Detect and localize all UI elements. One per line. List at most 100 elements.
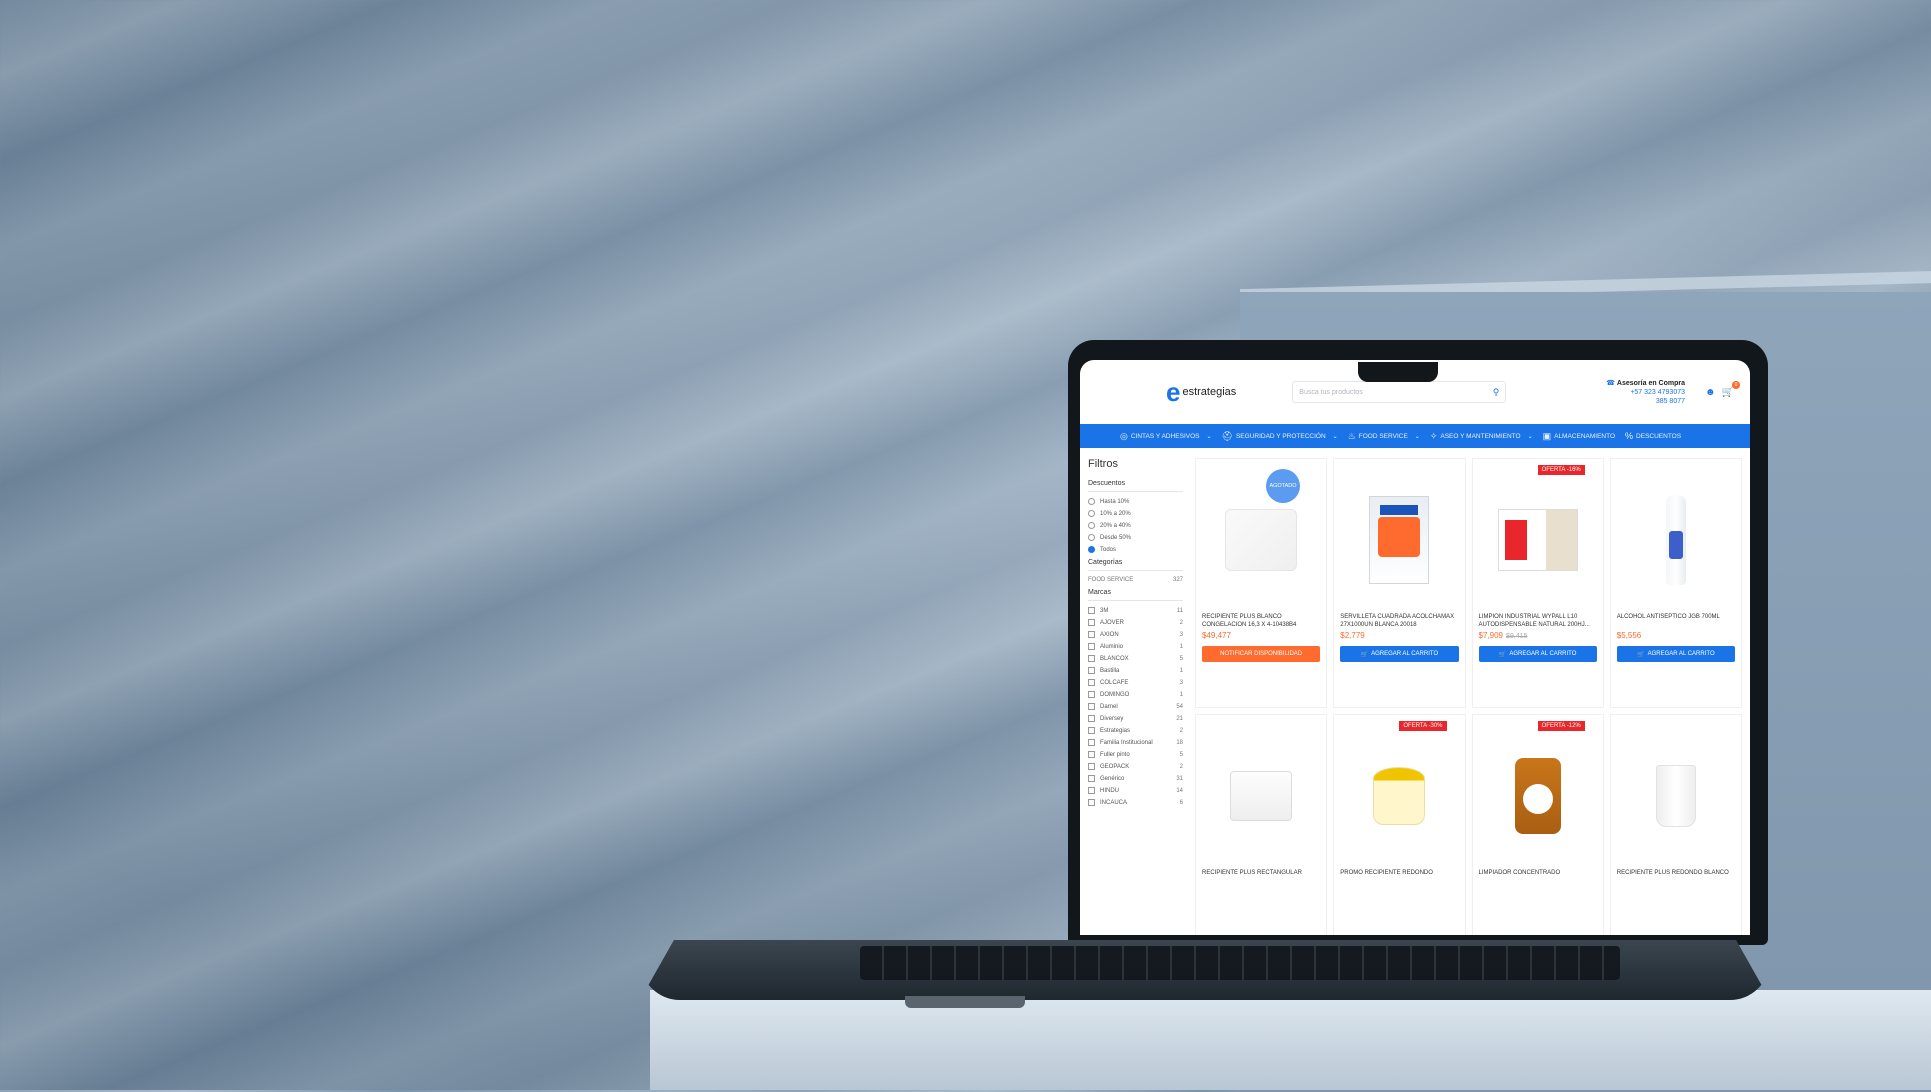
category-option[interactable]: FOOD SERVICE 327: [1088, 577, 1183, 583]
product-name[interactable]: LIMPIADOR CONCENTRADO: [1479, 869, 1597, 885]
nav-item-2[interactable]: ♨ FOOD SERVICE ⌄: [1348, 431, 1420, 442]
product-image[interactable]: [1221, 495, 1301, 585]
product-card[interactable]: OFERTA -12% LIMPIADOR CONCENTRADO: [1471, 714, 1604, 935]
brand-name: Aluminio: [1100, 643, 1124, 650]
discount-option[interactable]: 20% a 40%: [1088, 522, 1183, 529]
product-image[interactable]: [1221, 751, 1301, 841]
contact-phone: +57 323 4793073: [1630, 388, 1686, 396]
cleaning-icon: ✧: [1429, 430, 1438, 441]
checkbox-icon[interactable]: [1088, 787, 1095, 794]
brand-option[interactable]: HINDU 14: [1088, 787, 1183, 794]
nav-item-0[interactable]: ◎ CINTAS Y ADHESIVOS ⌄: [1120, 431, 1212, 442]
product-name[interactable]: RECIPIENTE PLUS RECTANGULAR: [1202, 869, 1320, 885]
product-name[interactable]: PROMO RECIPIENTE REDONDO: [1340, 869, 1458, 885]
brand-option[interactable]: Estrategias 2: [1088, 727, 1183, 734]
brand-option[interactable]: COLCAFE 3: [1088, 679, 1183, 686]
checkbox-icon[interactable]: [1088, 739, 1095, 746]
add-to-cart-button[interactable]: 🛒 AGREGAR AL CARRITO: [1340, 646, 1459, 662]
checkbox-icon[interactable]: [1088, 679, 1095, 686]
checkbox-icon[interactable]: [1088, 619, 1095, 626]
brand-option[interactable]: Aluminio 1: [1088, 643, 1183, 650]
brand-name: Genérico: [1100, 775, 1125, 782]
radio-icon[interactable]: [1088, 534, 1095, 541]
brand-option[interactable]: 3M 11: [1088, 607, 1183, 614]
search-input[interactable]: Busca tus productos ⚲: [1292, 381, 1507, 403]
product-name[interactable]: RECIPIENTE PLUS BLANCO CONGELACION 16,3 …: [1202, 613, 1320, 629]
product-price: $49,477: [1202, 631, 1231, 640]
brand-count: 1: [1179, 667, 1183, 674]
discount-option[interactable]: 10% a 20%: [1088, 510, 1183, 517]
brand-option[interactable]: Diversey 21: [1088, 715, 1183, 722]
product-image[interactable]: [1636, 495, 1716, 585]
product-image[interactable]: [1497, 495, 1578, 585]
product-image[interactable]: [1359, 751, 1439, 841]
checkbox-icon[interactable]: [1088, 631, 1095, 638]
checkbox-icon[interactable]: [1088, 643, 1095, 650]
product-image[interactable]: [1359, 495, 1439, 585]
site-logo[interactable]: e estrategias: [1166, 379, 1236, 405]
nav-item-5[interactable]: % DESCUENTOS: [1625, 431, 1681, 441]
product-name[interactable]: RECIPIENTE PLUS REDONDO BLANCO: [1617, 869, 1735, 885]
product-card[interactable]: RECIPIENTE PLUS RECTANGULAR: [1195, 714, 1328, 935]
checkbox-icon[interactable]: [1088, 751, 1095, 758]
checkbox-icon[interactable]: [1088, 655, 1095, 662]
brand-option[interactable]: Familia Institucional 18: [1088, 739, 1183, 746]
brand-name: DOMINGO: [1100, 691, 1130, 698]
discount-option[interactable]: Hasta 10%: [1088, 498, 1183, 505]
user-icon[interactable]: ☻: [1705, 387, 1716, 398]
brand-option[interactable]: GEOPACK 2: [1088, 763, 1183, 770]
add-to-cart-button[interactable]: 🛒 AGREGAR AL CARRITO: [1616, 646, 1735, 662]
checkbox-icon[interactable]: [1088, 715, 1095, 722]
nav-item-4[interactable]: ▣ ALMACENAMIENTO: [1543, 431, 1615, 442]
product-card[interactable]: RECIPIENTE PLUS REDONDO BLANCO: [1609, 714, 1742, 935]
wypall-illustration: [1497, 509, 1578, 571]
radio-icon[interactable]: [1088, 510, 1095, 517]
checkbox-icon[interactable]: [1088, 703, 1095, 710]
discount-icon: %: [1625, 431, 1634, 441]
brand-option[interactable]: INCAUCA 6: [1088, 799, 1183, 806]
cart-count-badge: 0: [1732, 380, 1740, 389]
product-image[interactable]: [1636, 751, 1716, 841]
discount-label: Desde 50%: [1100, 534, 1132, 541]
product-card[interactable]: OFERTA -30% PROMO RECIPIENTE REDONDO: [1333, 714, 1466, 935]
discount-option[interactable]: Todos: [1088, 546, 1183, 553]
product-name[interactable]: SERVILLETA CUADRADA ACOLCHAMAX 27X1000Un…: [1340, 613, 1458, 629]
checkbox-icon[interactable]: [1088, 667, 1095, 674]
discount-option[interactable]: Desde 50%: [1088, 534, 1183, 541]
sale-badge: OFERTA -12%: [1537, 721, 1585, 731]
brand-option[interactable]: AXION 3: [1088, 631, 1183, 638]
checkbox-icon[interactable]: [1088, 763, 1095, 770]
checkbox-icon[interactable]: [1088, 799, 1095, 806]
product-card[interactable]: AGOTADO RECIPIENTE PLUS BLANCO CONGELACIO…: [1195, 458, 1328, 708]
product-card[interactable]: SERVILLETA CUADRADA ACOLCHAMAX 27X1000Un…: [1333, 458, 1466, 708]
product-image[interactable]: [1498, 751, 1578, 841]
product-name[interactable]: ALCOHOL ANTISEPTICO JGB 700ml: [1617, 613, 1735, 629]
product-card[interactable]: OFERTA -16% LIMPION INDUSTRIAL WYPALL L10…: [1471, 458, 1604, 708]
nav-item-3[interactable]: ✧ ASEO Y MANTENIMIENTO ⌄: [1430, 431, 1533, 442]
add-to-cart-button[interactable]: 🛒 AGREGAR AL CARRITO: [1478, 646, 1597, 662]
brand-option[interactable]: AJOVER 2: [1088, 619, 1183, 626]
brand-option[interactable]: Fuller pinto 5: [1088, 751, 1183, 758]
brand-option[interactable]: Bastilla 1: [1088, 667, 1183, 674]
nav-item-1[interactable]: ⛑ SEGURIDAD Y PROTECCIÓN ⌄: [1222, 431, 1338, 442]
brand-option[interactable]: BLANCOX 5: [1088, 655, 1183, 662]
cart-icon[interactable]: 🛒 0: [1722, 380, 1740, 398]
product-name[interactable]: LIMPION INDUSTRIAL WYPALL L10 AUTODISPEN…: [1479, 613, 1597, 629]
contact-info[interactable]: ☎ Asesoría en Compra +57 323 4793073 385…: [1606, 379, 1685, 406]
sold-out-badge: AGOTADO: [1266, 469, 1300, 503]
checkbox-icon[interactable]: [1088, 691, 1095, 698]
pedestal-front: [650, 990, 1931, 1090]
radio-icon[interactable]: [1088, 498, 1095, 505]
brand-option[interactable]: DOMINGO 1: [1088, 691, 1183, 698]
radio-icon[interactable]: [1088, 522, 1095, 529]
brand-option[interactable]: Genérico 31: [1088, 775, 1183, 782]
brand-name: Fuller pinto: [1100, 751, 1130, 758]
checkbox-icon[interactable]: [1088, 775, 1095, 782]
search-icon[interactable]: ⚲: [1493, 387, 1500, 398]
brand-option[interactable]: Darnel 54: [1088, 703, 1183, 710]
checkbox-icon[interactable]: [1088, 607, 1095, 614]
checkbox-icon[interactable]: [1088, 727, 1095, 734]
radio-icon[interactable]: [1088, 546, 1095, 553]
product-card[interactable]: ALCOHOL ANTISEPTICO JGB 700ml $5,556 🛒 AGRE…: [1609, 458, 1742, 708]
notify-button[interactable]: NOTIFICAR DISPONIBILIDAD: [1202, 646, 1321, 662]
